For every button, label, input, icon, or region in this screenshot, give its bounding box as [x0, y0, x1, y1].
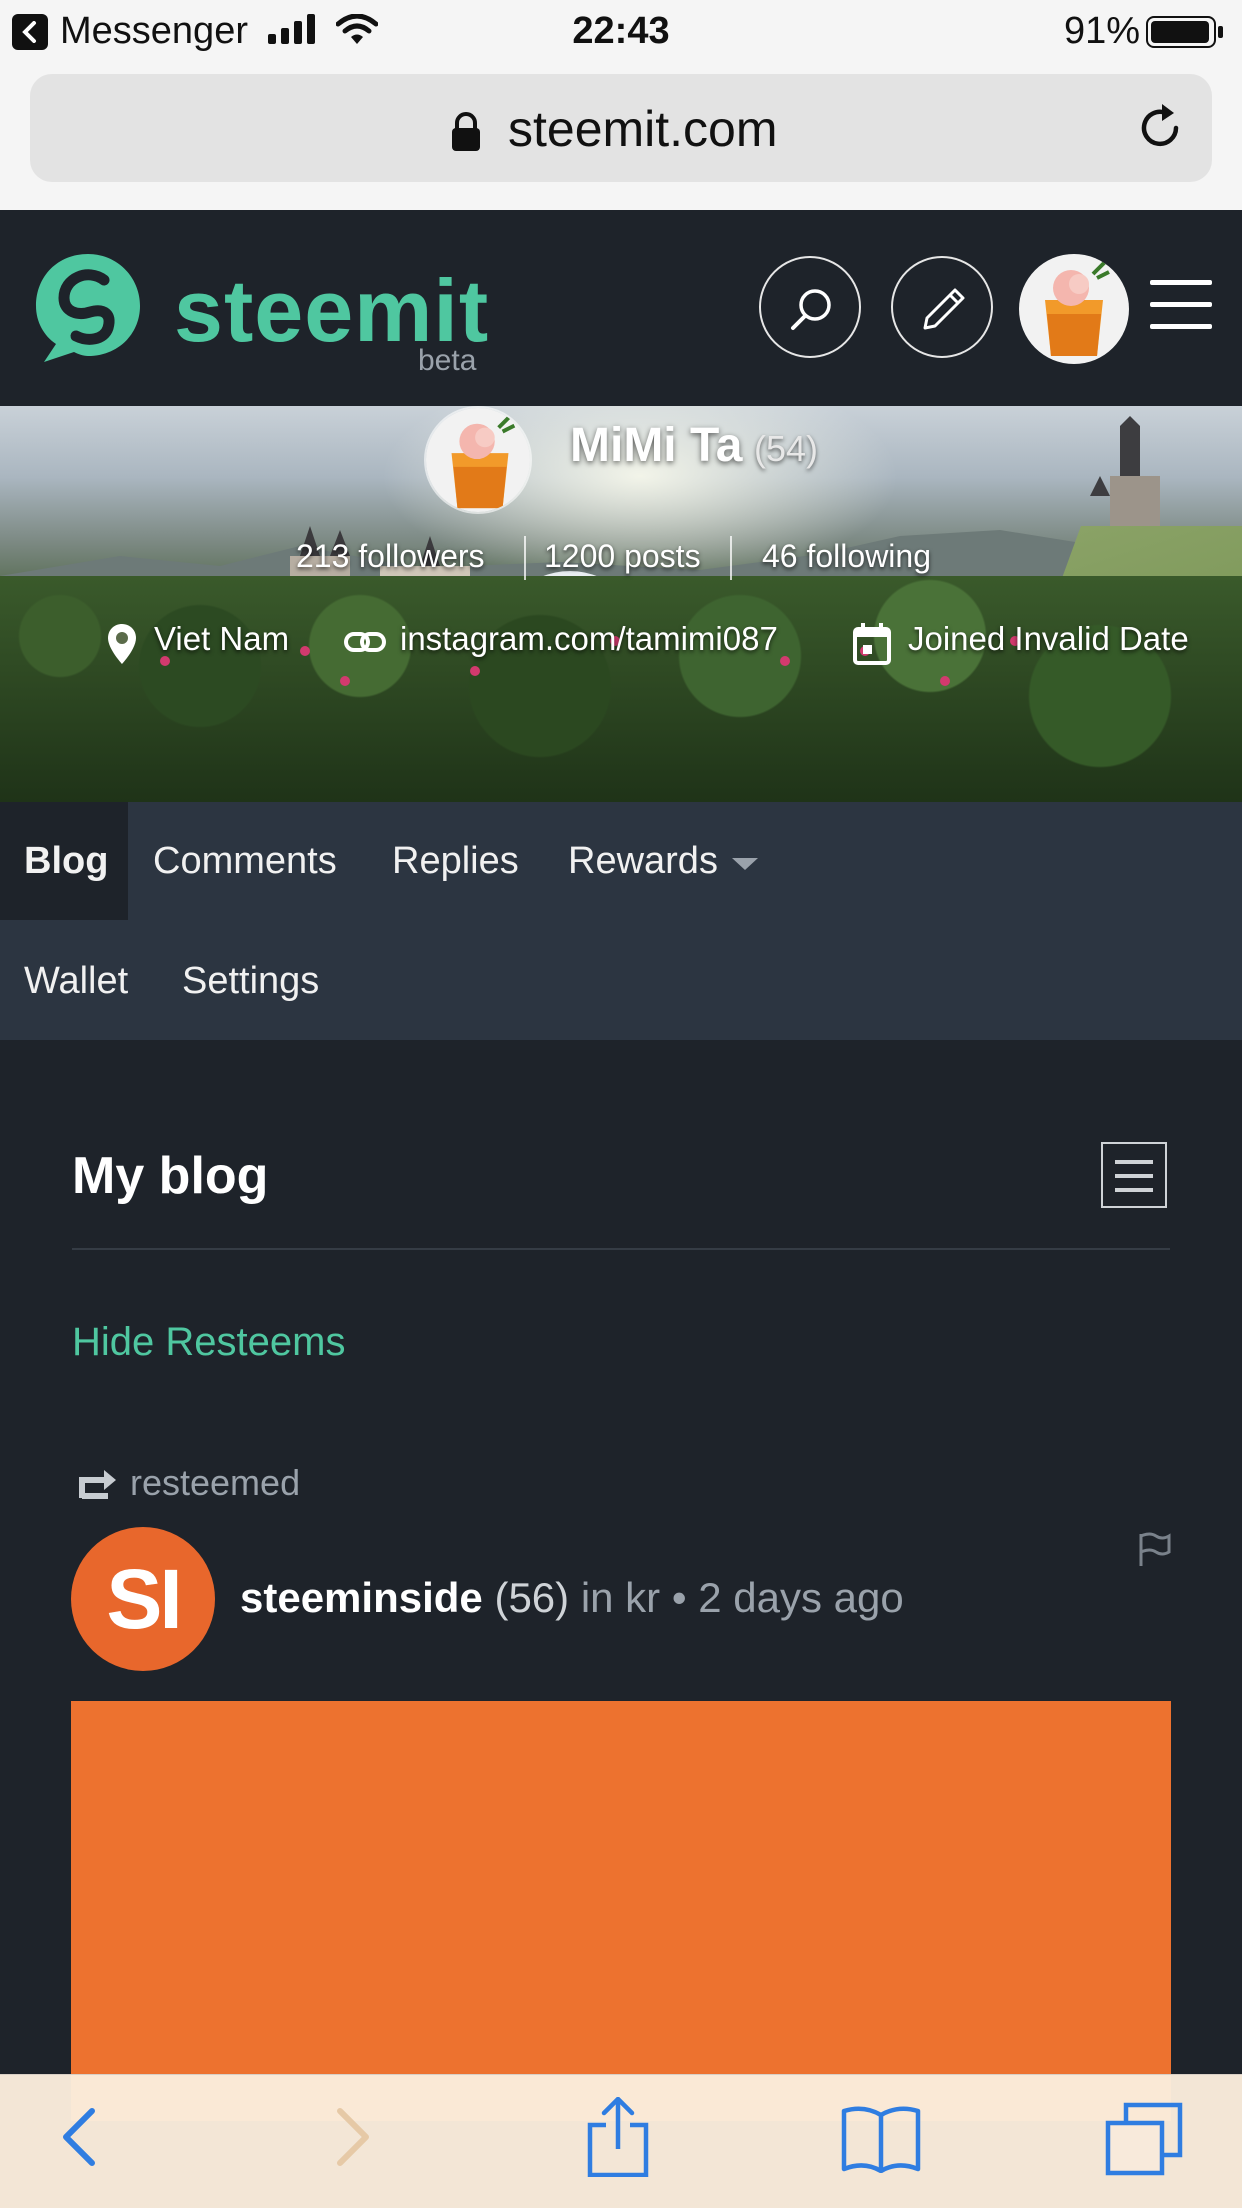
avatar-drink-image [1019, 254, 1129, 364]
location-text: Viet Nam [154, 620, 290, 657]
followers-count[interactable]: 213 followers [296, 538, 485, 575]
search-button[interactable] [759, 256, 861, 358]
list-layout-toggle[interactable] [1101, 1142, 1167, 1208]
post-author-avatar[interactable]: SI [71, 1527, 215, 1671]
profile-avatar-image [426, 408, 530, 512]
site-header: steemit beta [0, 210, 1242, 406]
post-thumbnail[interactable] [71, 1701, 1171, 2121]
steemit-logo-icon[interactable] [30, 250, 144, 366]
status-bar: Messenger 22:43 91% [0, 0, 1242, 62]
location-pin-icon [108, 624, 136, 664]
profile-avatar[interactable] [424, 406, 532, 514]
reload-icon[interactable] [1134, 102, 1186, 154]
banner-bushes [0, 576, 1242, 802]
search-icon [791, 289, 831, 330]
url-text[interactable]: steemit.com [508, 100, 778, 158]
post-time[interactable]: • 2 days ago [672, 1574, 904, 1621]
resteemed-text: resteemed [130, 1462, 301, 1503]
tabs-icon[interactable] [1104, 2101, 1184, 2177]
profile-meta: Viet Nam instagram.com/tamimi087 Joined … [0, 618, 1242, 668]
posts-count: 1200 posts [544, 538, 701, 574]
compose-post-button[interactable] [891, 256, 993, 358]
stats-separator [524, 536, 526, 580]
pencil-icon [923, 288, 965, 330]
address-bar[interactable]: steemit.com [30, 74, 1212, 182]
logo-beta-label: beta [418, 344, 477, 377]
post-author-reputation: (56) [494, 1574, 570, 1621]
share-icon[interactable] [586, 2097, 650, 2177]
menu-icon[interactable] [1150, 278, 1212, 332]
tab-rewards[interactable]: Rewards [568, 802, 758, 920]
list-line [1115, 1160, 1153, 1164]
forward-icon[interactable] [334, 2105, 374, 2169]
profile-reputation: (54) [754, 428, 819, 469]
list-line [1115, 1188, 1153, 1192]
bookmarks-icon[interactable] [840, 2105, 922, 2173]
tab-replies[interactable]: Replies [392, 802, 519, 920]
joined-text: Joined Invalid Date [908, 620, 1189, 657]
section-divider [72, 1248, 1170, 1250]
list-line [1115, 1174, 1153, 1178]
back-icon[interactable] [58, 2105, 98, 2169]
hide-resteems-link[interactable]: Hide Resteems [72, 1320, 345, 1365]
lock-icon [452, 112, 480, 151]
post-meta: steeminside (56) in kr • 2 days ago [240, 1574, 904, 1622]
battery-icon [1146, 16, 1223, 48]
post-category[interactable]: in kr [581, 1574, 660, 1621]
flag-icon[interactable] [1138, 1532, 1172, 1568]
browser-toolbar [0, 2074, 1242, 2208]
profile-banner: MiMi Ta (54) 213 followers 1200 posts 46… [0, 406, 1242, 802]
following-count[interactable]: 46 following [762, 538, 931, 575]
website-link[interactable]: instagram.com/tamimi087 [400, 620, 778, 658]
tab-wallet[interactable]: Wallet [24, 922, 128, 1040]
clock: 22:43 [572, 10, 670, 52]
caret-down-icon [731, 857, 758, 870]
tab-rewards-label: Rewards [568, 840, 718, 882]
link-icon [344, 632, 386, 652]
battery-percentage: 91% [1063, 10, 1140, 52]
stats-separator [730, 536, 732, 580]
browser-address-area: steemit.com [0, 62, 1242, 210]
tab-comments[interactable]: Comments [153, 802, 337, 920]
profile-name: MiMi Ta [570, 419, 743, 472]
tab-settings[interactable]: Settings [182, 922, 319, 1040]
tab-blog[interactable]: Blog [0, 802, 128, 920]
profile-stats: 213 followers 1200 posts 46 following [0, 534, 1242, 584]
user-avatar-button[interactable] [1019, 254, 1129, 364]
profile-tabs: Blog Comments Replies Rewards Wallet Set… [0, 802, 1242, 1040]
resteem-icon [79, 1470, 116, 1499]
post-author-name[interactable]: steeminside [240, 1574, 483, 1621]
calendar-icon [853, 623, 891, 665]
page-title: My blog [72, 1147, 269, 1205]
